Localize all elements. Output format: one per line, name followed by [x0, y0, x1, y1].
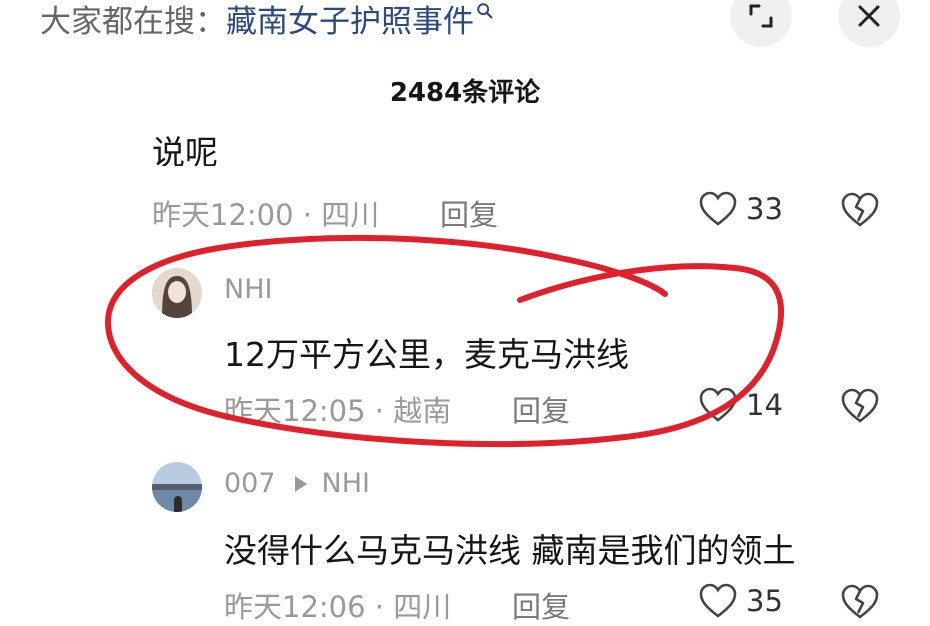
comment-meta: 昨天12:00 · 四川 [152, 192, 379, 234]
reply-username-line: 007 NHI [224, 468, 370, 499]
like-button[interactable]: 35 [698, 582, 783, 620]
search-suggestion[interactable]: 大家都在搜： 藏南女子护照事件 [40, 0, 494, 42]
reply-button[interactable]: 回复 [512, 584, 570, 626]
avatar-photo [152, 268, 202, 318]
heart-icon [699, 191, 737, 226]
dislike-broken-heart-icon[interactable] [840, 583, 880, 621]
like-button[interactable]: 14 [698, 386, 783, 424]
dislike-broken-heart-icon[interactable] [840, 387, 880, 425]
like-count: 33 [746, 192, 783, 226]
reply-button[interactable]: 回复 [512, 388, 570, 430]
heart-icon [699, 583, 737, 618]
meta-separator: · [302, 198, 313, 232]
avatar[interactable] [152, 268, 202, 318]
like-count: 35 [746, 584, 783, 618]
expand-button[interactable] [730, 0, 792, 47]
comment-location: 四川 [321, 198, 380, 232]
comment-time: 昨天12:06 [224, 590, 366, 624]
reply-arrow-icon [294, 475, 307, 492]
comment-location: 四川 [393, 590, 452, 624]
expand-icon [749, 4, 773, 28]
reply-to-username[interactable]: NHI [322, 468, 370, 499]
meta-separator: · [374, 394, 385, 428]
comment-text: 说呢 [152, 133, 218, 166]
comment-meta: 昨天12:06 · 四川 [224, 584, 451, 626]
reply-button[interactable]: 回复 [440, 192, 498, 234]
comment-text: 12万平方公里，麦克马洪线 [224, 335, 629, 374]
comment-meta: 昨天12:05 · 越南 [224, 388, 451, 430]
avatar[interactable] [152, 462, 202, 512]
username[interactable]: NHI [224, 274, 272, 305]
like-button[interactable]: 33 [698, 190, 783, 228]
like-count: 14 [746, 388, 783, 422]
search-icon [477, 3, 493, 19]
close-button[interactable] [838, 0, 900, 47]
comment-time: 昨天12:00 [152, 198, 294, 232]
search-prefix: 大家都在搜： [40, 3, 226, 40]
search-query-link[interactable]: 藏南女子护照事件 [226, 0, 474, 41]
dislike-broken-heart-icon[interactable] [840, 191, 880, 229]
comment-location: 越南 [393, 394, 452, 428]
username[interactable]: 007 [224, 468, 276, 499]
meta-separator: · [374, 590, 385, 624]
comment-count-title: 2484条评论 [389, 78, 541, 108]
heart-icon [699, 387, 737, 422]
close-icon [858, 5, 880, 27]
avatar-photo [152, 462, 202, 512]
comment-text: 没得什么马克马洪线 藏南是我们的领土 [224, 531, 796, 570]
comment-time: 昨天12:05 [224, 394, 366, 428]
